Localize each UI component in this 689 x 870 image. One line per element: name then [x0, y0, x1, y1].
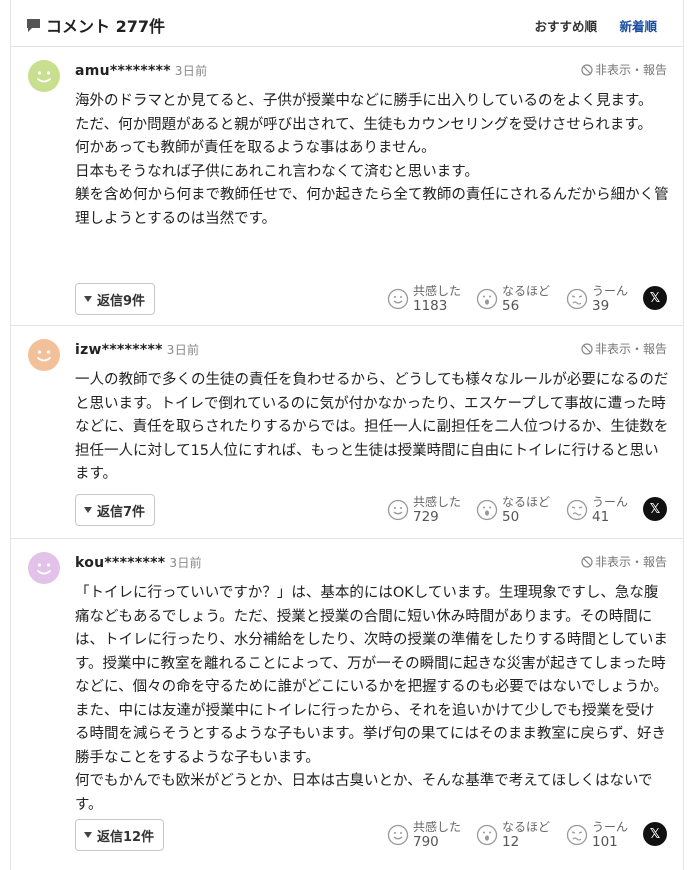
comment-item: izw******** 3日前 非表示・報告 一人の教師で多くの生徒の責任を負わせ…: [11, 327, 683, 539]
troubled-face-icon: [566, 288, 588, 310]
triangle-down-icon: [84, 507, 92, 513]
x-logo-icon: 𝕏: [649, 501, 661, 517]
comment-username[interactable]: amu******** 3日前: [75, 62, 207, 79]
comment-line: 躾を含め何から何まで教師任せで、何か起きたら全て教師の責任にされるんだから細かく…: [75, 187, 669, 227]
comment-line: 一人の教師で多くの生徒の責任を負わせるから、どうしても様々なルールが必要になるの…: [75, 372, 669, 482]
reply-toggle-button[interactable]: 返信7件: [75, 494, 156, 526]
surprised-face-icon: [476, 824, 498, 846]
reaction-naruhodo-button[interactable]: なるほど 12: [476, 820, 550, 850]
comment-item: kou******** 3日前 非表示・報告 「トイレに行っていいですか？」は、基…: [11, 540, 683, 870]
reaction-label: うーん: [592, 284, 629, 298]
comment-line: 何でもかんでも欧米がどうとか、日本は古臭いとか、そんな基準で考えてほしくはないで…: [75, 773, 653, 813]
reaction-empathy-button[interactable]: 共感した 790: [387, 820, 461, 850]
hide-report-label[interactable]: 非表示・報告: [595, 61, 667, 78]
comment-line: ただ、何か問題があると親が呼び出されて、生徒もカウンセリングを受けさせられます。: [75, 116, 652, 133]
triangle-down-icon: [84, 832, 92, 838]
block-icon: [581, 342, 593, 355]
surprised-face-icon: [476, 499, 498, 521]
smile-face-icon: [387, 824, 409, 846]
avatar[interactable]: [28, 552, 60, 584]
smile-face-icon: [387, 288, 409, 310]
x-share-button[interactable]: 𝕏: [643, 497, 667, 521]
comment-username[interactable]: izw******** 3日前: [75, 341, 199, 358]
reaction-count: 39: [592, 298, 610, 314]
comment-line: 「トイレに行っていいですか？」は、基本的にはOKしています。生理現象ですし、急な…: [75, 585, 668, 766]
reaction-label: 共感した: [413, 820, 462, 834]
surprised-face-icon: [476, 288, 498, 310]
reaction-count: 790: [413, 834, 439, 850]
reaction-count: 12: [502, 834, 520, 850]
comments-panel: コメント 277件 おすすめ順 新着順 amu******** 3日前 非表示・報…: [10, 0, 684, 870]
comments-title-group: コメント 277件: [25, 13, 165, 37]
reaction-label: なるほど: [502, 495, 551, 509]
triangle-down-icon: [84, 296, 92, 302]
reaction-label: うーん: [592, 495, 629, 509]
reply-count-label: 返信12件: [97, 829, 155, 845]
comment-time: 3日前: [166, 343, 200, 357]
block-icon: [581, 555, 593, 568]
comment-username[interactable]: kou******** 3日前: [75, 554, 202, 571]
comment-body: 一人の教師で多くの生徒の責任を負わせるから、どうしても様々なルールが必要になるの…: [75, 369, 669, 487]
comment-bubble-icon: [25, 17, 42, 34]
x-logo-icon: 𝕏: [649, 290, 661, 306]
hide-report-label[interactable]: 非表示・報告: [595, 553, 667, 570]
comment-item: amu******** 3日前 非表示・報告 海外のドラマとか見てると、子供が授業…: [11, 48, 683, 326]
reaction-count: 56: [502, 298, 520, 314]
hide-report-label[interactable]: 非表示・報告: [595, 340, 667, 357]
comment-time: 3日前: [169, 556, 202, 570]
comment-line: 何かあっても教師が責任を取るような事はありません。: [75, 140, 436, 156]
reaction-label: うーん: [592, 820, 629, 834]
reaction-uun-button[interactable]: うーん 41: [566, 495, 628, 525]
comment-line: 海外のドラマとか見てると、子供が授業中などに勝手に出入りしているのをよく見ます。: [75, 93, 653, 109]
comment-line: 日本もそうなれば子供にあれこれ言わなくて済むと思います。: [75, 163, 479, 180]
comments-header: コメント 277件 おすすめ順 新着順: [11, 0, 683, 47]
username-text[interactable]: amu********: [75, 63, 171, 79]
reaction-count: 41: [592, 509, 610, 525]
reaction-naruhodo-button[interactable]: なるほど 50: [476, 495, 550, 525]
reaction-empathy-button[interactable]: 共感した 1183: [387, 284, 461, 314]
comment-body: 「トイレに行っていいですか？」は、基本的にはOKしています。生理現象ですし、急な…: [75, 582, 669, 817]
comment-time: 3日前: [174, 64, 208, 78]
reaction-uun-button[interactable]: うーん 101: [566, 820, 628, 850]
hide-report-link[interactable]: 非表示・報告: [581, 553, 667, 570]
reaction-label: 共感した: [413, 495, 462, 509]
x-share-button[interactable]: 𝕏: [643, 286, 667, 310]
reaction-count: 50: [502, 509, 520, 525]
reply-toggle-button[interactable]: 返信12件: [75, 819, 165, 851]
troubled-face-icon: [566, 824, 588, 846]
reaction-naruhodo-button[interactable]: なるほど 56: [476, 284, 550, 314]
reaction-count: 101: [592, 834, 618, 850]
sort-newest-link[interactable]: 新着順: [619, 16, 657, 35]
hide-report-link[interactable]: 非表示・報告: [581, 340, 667, 357]
reaction-count: 729: [413, 509, 439, 525]
smile-face-icon: [387, 499, 409, 521]
reaction-label: なるほど: [502, 284, 551, 298]
avatar[interactable]: [28, 60, 60, 92]
troubled-face-icon: [566, 499, 588, 521]
hide-report-link[interactable]: 非表示・報告: [581, 61, 667, 78]
block-icon: [581, 63, 593, 76]
avatar[interactable]: [28, 339, 60, 371]
reaction-empathy-button[interactable]: 共感した 729: [387, 495, 461, 525]
reaction-label: なるほど: [502, 820, 551, 834]
sort-recommended-link[interactable]: おすすめ順: [534, 16, 597, 35]
reply-count-label: 返信7件: [97, 504, 146, 520]
reply-toggle-button[interactable]: 返信9件: [75, 283, 156, 315]
reaction-count: 1183: [413, 298, 448, 314]
comments-count-title: コメント 277件: [46, 17, 165, 36]
reply-count-label: 返信9件: [97, 293, 146, 309]
x-logo-icon: 𝕏: [649, 826, 661, 842]
reaction-uun-button[interactable]: うーん 39: [566, 284, 628, 314]
username-text[interactable]: kou********: [75, 555, 165, 571]
x-share-button[interactable]: 𝕏: [643, 822, 667, 846]
reaction-label: 共感した: [413, 284, 462, 298]
comment-body: 海外のドラマとか見てると、子供が授業中などに勝手に出入りしているのをよく見ます。…: [75, 90, 669, 231]
username-text[interactable]: izw********: [75, 342, 163, 358]
